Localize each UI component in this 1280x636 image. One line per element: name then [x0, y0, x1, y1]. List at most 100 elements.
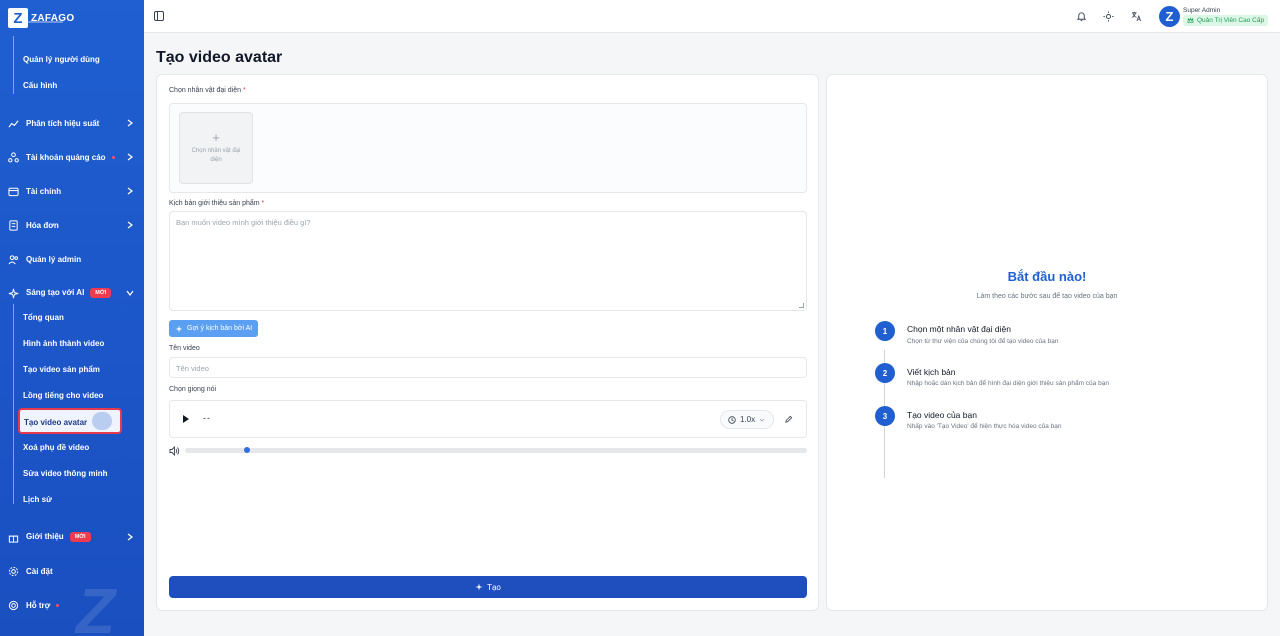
sidebar-item-finance[interactable]: Tài chính — [0, 181, 144, 201]
sidebar-item-label: Cài đặt — [26, 566, 53, 576]
speed-select[interactable]: 1.0x — [720, 410, 774, 429]
sidebar-subitem-remove-subtitles[interactable]: Xoá phụ đề video — [23, 443, 89, 452]
sidebar-item-performance[interactable]: Phân tích hiệu suất — [0, 113, 144, 133]
voice-label: Chọn giọng nói — [169, 386, 217, 393]
sparkles-icon — [175, 325, 183, 332]
sidebar-subitem-product-video[interactable]: Tạo video sản phẩm — [23, 365, 100, 374]
sidebar-item-label: Phân tích hiệu suất — [26, 118, 100, 128]
sidebar-item-label: Hỗ trợ — [26, 600, 60, 610]
sidebar-subitem-overview[interactable]: Tổng quan — [23, 313, 64, 322]
users-network-icon — [8, 151, 19, 162]
sidebar-subitem-user-management[interactable]: Quản lý người dùng — [23, 55, 100, 64]
script-label: Kịch bản giới thiệu sản phẩm * — [169, 200, 264, 207]
step-title: Tạo video của bạn — [907, 410, 977, 420]
video-name-input[interactable]: Tên video — [169, 357, 807, 378]
sidebar-item-admin[interactable]: Quản lý admin — [0, 249, 144, 269]
play-icon[interactable] — [183, 415, 189, 423]
ai-suggest-button[interactable]: Gợi ý kịch bản bởi AI — [169, 320, 259, 337]
edit-icon[interactable] — [784, 415, 793, 424]
sidebar-item-text: Sáng tạo với AI — [26, 288, 85, 298]
sidebar-subitem-smart-edit[interactable]: Sửa video thông minh — [23, 469, 107, 478]
sidebar-toggle-icon[interactable] — [154, 11, 164, 21]
gift-icon — [8, 535, 19, 543]
avatar[interactable]: Z — [1159, 6, 1180, 27]
step-desc: Nhập hoặc dán kịch bản để hình đại diện … — [907, 380, 1109, 387]
sidebar-item-label: Tài chính — [26, 186, 62, 196]
chevron-right-icon — [127, 221, 133, 229]
sidebar-item-label: Hóa đơn — [26, 220, 59, 230]
receipt-icon — [9, 219, 18, 231]
avatar-upload-button[interactable]: + Chọn nhân vật đại diện — [179, 112, 253, 184]
sidebar-subitem-image-to-video[interactable]: Hình ảnh thành video — [23, 339, 104, 348]
support-icon — [8, 600, 19, 610]
guide-subtitle: Làm theo các bước sau để tạo video của b… — [976, 293, 1118, 300]
chevron-right-icon — [127, 533, 133, 541]
user-group-icon — [8, 254, 19, 264]
sidebar-subitem-voiceover[interactable]: Lồng tiếng cho video — [23, 391, 103, 400]
sidebar-item-text: Hỗ trợ — [26, 600, 51, 610]
sidebar-subitem-label: Tạo video avatar — [24, 418, 88, 427]
sidebar-item-invoices[interactable]: Hóa đơn — [0, 215, 144, 235]
sidebar-subitem-history[interactable]: Lịch sử — [23, 495, 52, 504]
step-number: 2 — [875, 363, 895, 383]
chevron-down-icon — [759, 418, 765, 422]
volume-slider[interactable] — [185, 448, 807, 453]
sidebar-subitem-avatar-video[interactable]: Tạo video avatar — [18, 408, 122, 434]
translate-icon[interactable] — [1131, 11, 1142, 22]
sidebar-item-label: Sáng tạo với AI MỚI — [26, 288, 112, 298]
step-number: 3 — [875, 406, 895, 426]
brand-logo[interactable]: Z ZAFAGO — [8, 8, 74, 28]
user-name: Super Admin — [1183, 7, 1221, 14]
sidebar-item-support[interactable]: Hỗ trợ — [0, 595, 144, 615]
sparkles-icon — [8, 288, 19, 298]
volume-icon[interactable] — [169, 446, 180, 456]
step-number: 1 — [875, 321, 895, 341]
new-badge: MỚI — [69, 532, 91, 542]
sidebar-subitem-config[interactable]: Cấu hình — [23, 81, 57, 90]
guide-title: Bắt đầu nào! — [1007, 269, 1087, 284]
notification-dot — [111, 155, 115, 159]
sidebar-item-ai-creation[interactable]: Sáng tạo với AI MỚI — [0, 283, 144, 303]
required-mark: * — [261, 200, 265, 207]
logo-mark: Z — [8, 8, 28, 28]
required-mark: * — [242, 87, 246, 94]
step-title: Viết kịch bản — [907, 367, 956, 377]
ai-suggest-label: Gợi ý kịch bản bởi AI — [187, 325, 253, 332]
sidebar-item-settings[interactable]: Cài đặt — [0, 561, 144, 581]
sidebar-item-label: Quản lý admin — [26, 254, 82, 264]
step-desc: Nhấp vào 'Tạo Video' để hiện thực hóa vi… — [907, 423, 1062, 430]
role-badge: Quản Trị Viên Cao Cấp — [1183, 15, 1269, 26]
sidebar: Z ZAFAGO Quản lý người dùng Cấu hình Phâ… — [0, 0, 144, 636]
topbar: Z Super Admin Quản Trị Viên Cao Cấp — [144, 0, 1280, 33]
script-textarea[interactable]: Bạn muốn video mình giới thiệu điều gì? — [169, 211, 807, 311]
avatar-label-text: Chọn nhân vật đại diện — [169, 87, 241, 94]
step-title: Chọn một nhân vật đại diện — [907, 324, 1011, 334]
sidebar-item-ad-accounts[interactable]: Tài khoản quảng cáo — [0, 147, 144, 167]
active-indicator — [92, 412, 112, 430]
video-name-placeholder: Tên video — [176, 364, 209, 373]
chevron-down-icon — [126, 290, 134, 296]
create-button[interactable]: Tạo — [169, 576, 807, 598]
voice-value: -- — [203, 413, 211, 423]
sparkles-icon — [475, 583, 483, 591]
logo-tagline-bar — [23, 21, 63, 23]
voice-player: -- 1.0x — [169, 400, 807, 438]
sidebar-item-text: Tài khoản quảng cáo — [26, 152, 106, 162]
avatar-video-form: Chọn nhân vật đại diện * + Chọn nhân vật… — [156, 74, 819, 611]
brand-watermark: Z — [76, 575, 116, 636]
chevron-right-icon — [127, 187, 133, 195]
chart-line-icon — [8, 119, 19, 127]
step-desc: Chọn từ thư viện của chúng tôi để tạo vi… — [907, 338, 1059, 345]
sun-icon[interactable] — [1103, 11, 1114, 22]
sidebar-item-label: Giới thiệu MỚI — [26, 532, 91, 542]
chevron-right-icon — [127, 119, 133, 127]
wallet-icon — [8, 187, 19, 196]
crown-icon — [1187, 17, 1194, 23]
sidebar-item-label: Tài khoản quảng cáo — [26, 153, 115, 162]
sidebar-item-referral[interactable]: Giới thiệu MỚI — [0, 527, 144, 547]
avatar-label: Chọn nhân vật đại diện * — [169, 87, 246, 94]
bell-icon[interactable] — [1076, 11, 1087, 22]
resize-handle[interactable] — [799, 303, 804, 308]
video-name-label: Tên video — [169, 345, 200, 352]
clock-icon — [728, 415, 736, 424]
